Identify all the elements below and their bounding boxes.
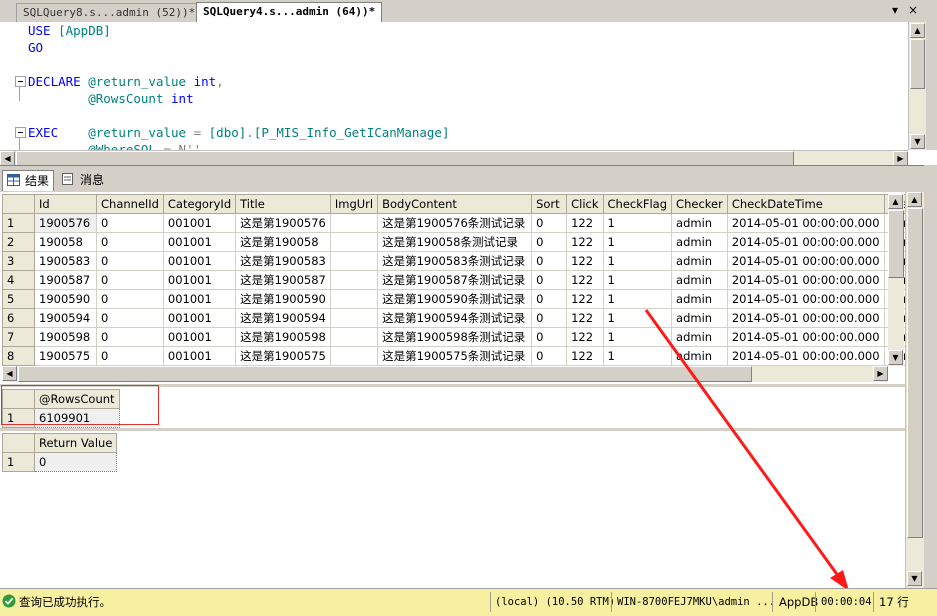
success-check-icon — [2, 594, 16, 608]
status-rows: 17 行 — [879, 595, 909, 609]
divider — [772, 592, 773, 612]
divider — [611, 592, 612, 612]
status-server: (local) (10.50 RTM) — [495, 596, 616, 608]
divider — [815, 592, 816, 612]
arrow-annotation — [644, 309, 849, 591]
divider — [873, 592, 874, 612]
status-bar: 查询已成功执行。 (local) (10.50 RTM) WIN-8700FEJ… — [0, 588, 937, 616]
status-user: WIN-8700FEJ7MKU\admin ... — [617, 596, 776, 608]
divider — [490, 592, 491, 612]
status-elapsed: 00:00:04 — [821, 596, 872, 608]
status-message: 查询已成功执行。 — [19, 595, 111, 609]
